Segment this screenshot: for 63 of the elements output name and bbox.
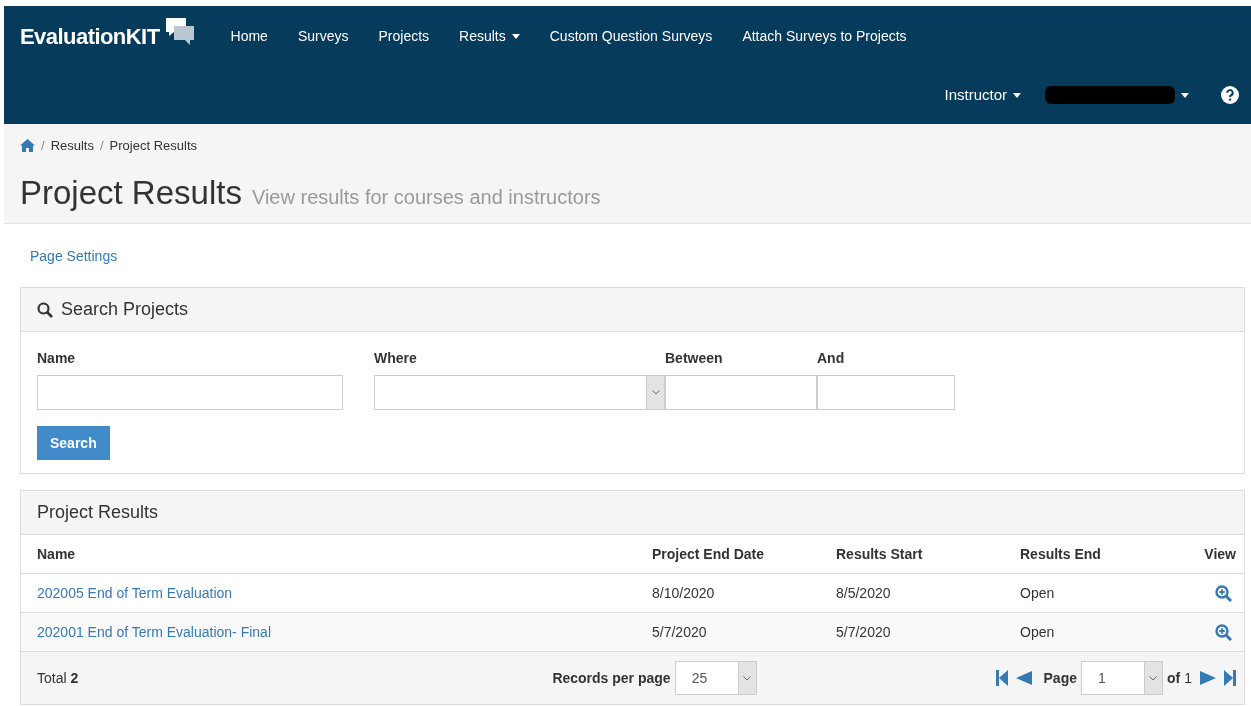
page-title: Project Results: [20, 172, 242, 213]
column-header: View: [1203, 544, 1237, 564]
breadcrumb-separator: /: [41, 137, 45, 155]
records-per-page-select[interactable]: 25: [674, 661, 757, 695]
records-per-page-label: Records per page: [552, 668, 671, 688]
table-cell: 5/7/2020: [652, 623, 707, 640]
nav-link[interactable]: Results: [444, 25, 535, 47]
home-icon[interactable]: [20, 139, 35, 153]
field-label: And: [817, 349, 846, 368]
nav-link[interactable]: Custom Question Surveys: [534, 25, 728, 47]
table-cell: 5/7/2020: [836, 623, 891, 640]
previous-page-icon[interactable]: [1015, 670, 1032, 686]
input-field[interactable]: [665, 375, 817, 410]
column-header: Results End: [1020, 544, 1102, 564]
project-link[interactable]: 202001 End of Term Evaluation- Final: [37, 623, 271, 640]
field-label: Between: [665, 349, 724, 368]
dropdown-toggle[interactable]: [1144, 662, 1162, 694]
first-page-icon[interactable]: [995, 670, 1008, 686]
page-subtitle: View results for courses and instructors: [251, 184, 601, 210]
column-header: Name: [37, 544, 77, 564]
column-header: Results Start: [836, 544, 924, 564]
input-field[interactable]: [817, 375, 955, 410]
field-label: Where: [374, 349, 418, 368]
nav-link[interactable]: Projects: [363, 25, 445, 47]
role-menu[interactable]: Instructor: [944, 83, 1021, 107]
help-icon[interactable]: [1221, 86, 1239, 104]
zoom-in-icon[interactable]: [1215, 623, 1232, 641]
dropdown-toggle[interactable]: [646, 376, 664, 409]
nav-link[interactable]: Surveys: [282, 25, 364, 47]
of-label: of: [1167, 668, 1181, 688]
chevron-down-icon: [1149, 675, 1158, 681]
nav-link[interactable]: Attach Surveys to Projects: [727, 25, 922, 47]
search-icon: [37, 301, 53, 318]
page-count: 1: [1184, 668, 1192, 688]
breadcrumb-separator: /: [100, 137, 104, 155]
dropdown-toggle[interactable]: [737, 662, 756, 694]
column-header: Project End Date: [652, 544, 766, 564]
input-field[interactable]: [37, 375, 343, 410]
breadcrumb-link[interactable]: Results: [50, 136, 94, 156]
total-count: 2: [70, 668, 79, 688]
page-label: Page: [1043, 668, 1077, 688]
panel-title: Project Results: [37, 501, 159, 524]
zoom-in-icon[interactable]: [1215, 584, 1232, 602]
next-page-icon[interactable]: [1200, 670, 1216, 686]
caret-icon: [1181, 92, 1189, 98]
table-cell: Open: [1020, 584, 1055, 601]
brand-logo[interactable]: EvaluationKIT: [20, 19, 160, 53]
current-page-label: Project Results: [109, 137, 198, 155]
page-settings-link[interactable]: Page Settings: [30, 248, 118, 264]
search-button[interactable]: Search: [37, 426, 110, 460]
total-label: Total: [37, 668, 67, 688]
chevron-down-icon: [743, 675, 752, 681]
field-label: Name: [37, 349, 77, 368]
nav-link[interactable]: Home: [215, 25, 283, 47]
last-page-icon[interactable]: [1224, 670, 1236, 686]
table-cell: 8/5/2020: [836, 584, 891, 601]
table-cell: 8/10/2020: [652, 584, 715, 601]
page-select[interactable]: 1: [1081, 661, 1163, 695]
chevron-down-icon: [651, 390, 660, 395]
panel-title: Search Projects: [61, 298, 189, 321]
caret-icon: [1013, 92, 1021, 98]
table-cell: Open: [1020, 623, 1055, 640]
project-link[interactable]: 202005 End of Term Evaluation: [37, 584, 233, 601]
